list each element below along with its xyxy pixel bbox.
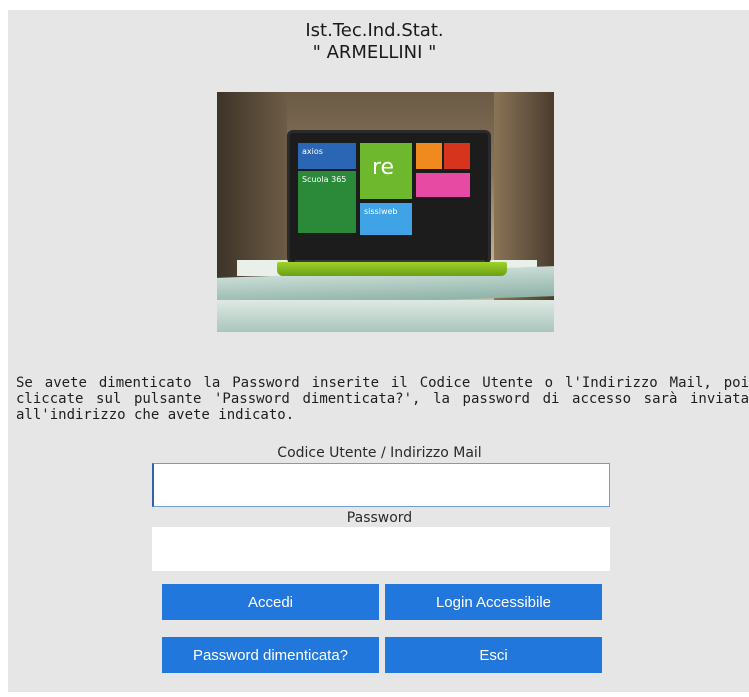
- app-tile: re: [360, 143, 412, 199]
- login-button[interactable]: Accedi: [162, 584, 379, 620]
- password-recovery-instructions: Se avete dimenticato la Password inserit…: [16, 375, 749, 423]
- app-tile: [416, 143, 442, 169]
- laptop-base: [277, 262, 507, 276]
- app-tile: [444, 143, 470, 169]
- user-code-input[interactable]: [152, 463, 610, 507]
- laptop-screen: axios Scuola 365 re sissiweb: [287, 130, 491, 264]
- app-tile: axios: [298, 143, 356, 169]
- hero-book: [217, 300, 554, 332]
- app-tile: [416, 173, 470, 197]
- school-name: Ist.Tec.Ind.Stat.: [305, 20, 444, 41]
- app-tile: Scuola 365: [298, 171, 356, 233]
- school-subtitle: " ARMELLINI ": [312, 42, 437, 63]
- exit-button[interactable]: Esci: [385, 637, 602, 673]
- password-field-label: Password: [346, 510, 413, 526]
- password-input[interactable]: [152, 527, 610, 571]
- accessible-login-button[interactable]: Login Accessibile: [385, 584, 602, 620]
- app-tile: sissiweb: [360, 203, 412, 235]
- hero-image: axios Scuola 365 re sissiweb: [217, 92, 554, 332]
- user-field-label: Codice Utente / Indirizzo Mail: [277, 445, 482, 461]
- forgot-password-button[interactable]: Password dimenticata?: [162, 637, 379, 673]
